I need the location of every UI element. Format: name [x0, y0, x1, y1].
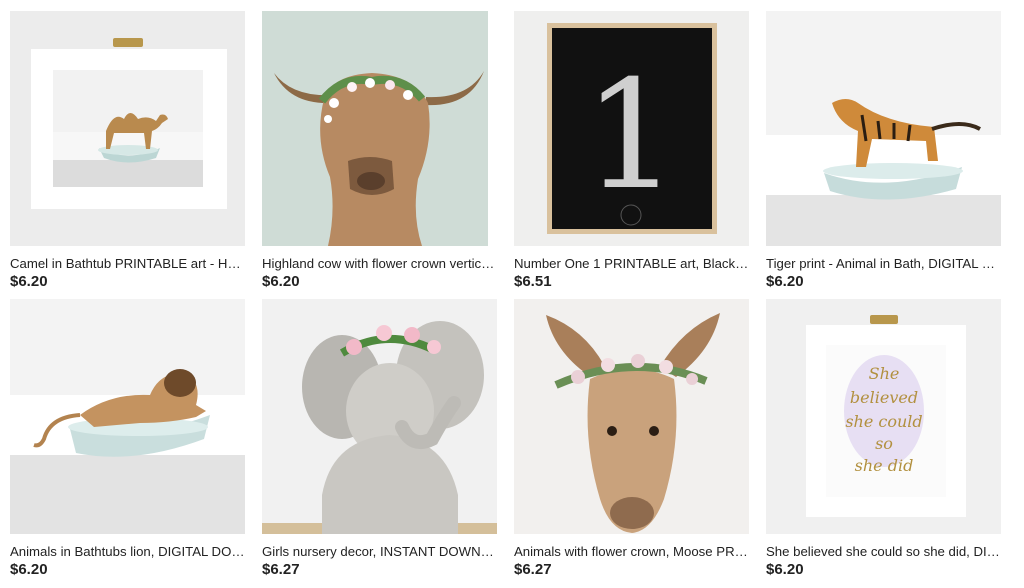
listing-title[interactable]: Animals in Bathtubs lion, DIGITAL DOWNLO…: [10, 544, 245, 559]
listing-price: $6.20: [10, 273, 48, 290]
listing-title[interactable]: Number One 1 PRINTABLE art, Black and wh…: [514, 256, 749, 271]
listing-image-elephant[interactable]: [262, 299, 497, 534]
listing-price: $6.51: [514, 273, 552, 290]
moose-print-image: [514, 299, 749, 534]
listing-title[interactable]: She believed she could so she did, DIGIT…: [766, 544, 1001, 559]
lion-print-image: [10, 299, 245, 534]
tiger-print-image: [766, 11, 1001, 246]
listing-card[interactable]: Girls nursery decor, INSTANT DOWNLOAD $6…: [262, 299, 497, 587]
listing-image-number-one[interactable]: 1: [514, 11, 749, 246]
listing-image-she-believed[interactable]: She believed she could so she did: [766, 299, 1001, 534]
quote-line-1: She: [869, 364, 900, 383]
listing-title[interactable]: Animals with flower crown, Moose PRINTAB…: [514, 544, 749, 559]
listing-card[interactable]: Animals in Bathtubs lion, DIGITAL DOWNLO…: [10, 299, 245, 587]
listing-title[interactable]: Tiger print - Animal in Bath, DIGITAL DO…: [766, 256, 1001, 271]
listing-price: $6.20: [766, 273, 804, 290]
listing-image-lion[interactable]: [10, 299, 245, 534]
listing-card[interactable]: Camel in Bathtub PRINTABLE art - HORIZON…: [10, 11, 245, 299]
listing-title[interactable]: Girls nursery decor, INSTANT DOWNLOAD: [262, 544, 497, 559]
listing-card[interactable]: She believed she could so she did She be…: [766, 299, 1001, 587]
listing-image-highland-cow[interactable]: [262, 11, 497, 246]
listing-card[interactable]: Tiger print - Animal in Bath, DIGITAL DO…: [766, 11, 1001, 299]
quote-line-3: she could: [845, 412, 922, 431]
listing-title[interactable]: Camel in Bathtub PRINTABLE art - HORIZON…: [10, 256, 245, 271]
listing-price: $6.20: [10, 561, 48, 578]
listing-card[interactable]: Highland cow with flower crown vertical …: [262, 11, 497, 299]
quote-line-5: she did: [855, 456, 914, 475]
highland-cow-image: [262, 11, 497, 246]
listing-price: $6.27: [514, 561, 552, 578]
number-one-image: 1: [514, 11, 749, 246]
listing-price: $6.27: [262, 561, 300, 578]
listing-grid: Camel in Bathtub PRINTABLE art - HORIZON…: [10, 11, 1005, 586]
listing-price: $6.20: [262, 273, 300, 290]
listing-card[interactable]: 1 Number One 1 PRINTABLE art, Black and …: [514, 11, 749, 299]
camel-print-image: [10, 11, 245, 246]
listing-image-moose[interactable]: [514, 299, 749, 534]
print-number: 1: [583, 49, 678, 223]
listing-image-camel[interactable]: [10, 11, 245, 246]
quote-line-4: so: [875, 434, 893, 453]
listing-image-tiger[interactable]: [766, 11, 1001, 246]
listing-title[interactable]: Highland cow with flower crown vertical …: [262, 256, 497, 271]
listing-card[interactable]: Animals with flower crown, Moose PRINTAB…: [514, 299, 749, 587]
quote-print-image: She believed she could so she did: [766, 299, 1001, 534]
elephant-print-image: [262, 299, 497, 534]
quote-line-2: believed: [850, 388, 918, 407]
listing-price: $6.20: [766, 561, 804, 578]
